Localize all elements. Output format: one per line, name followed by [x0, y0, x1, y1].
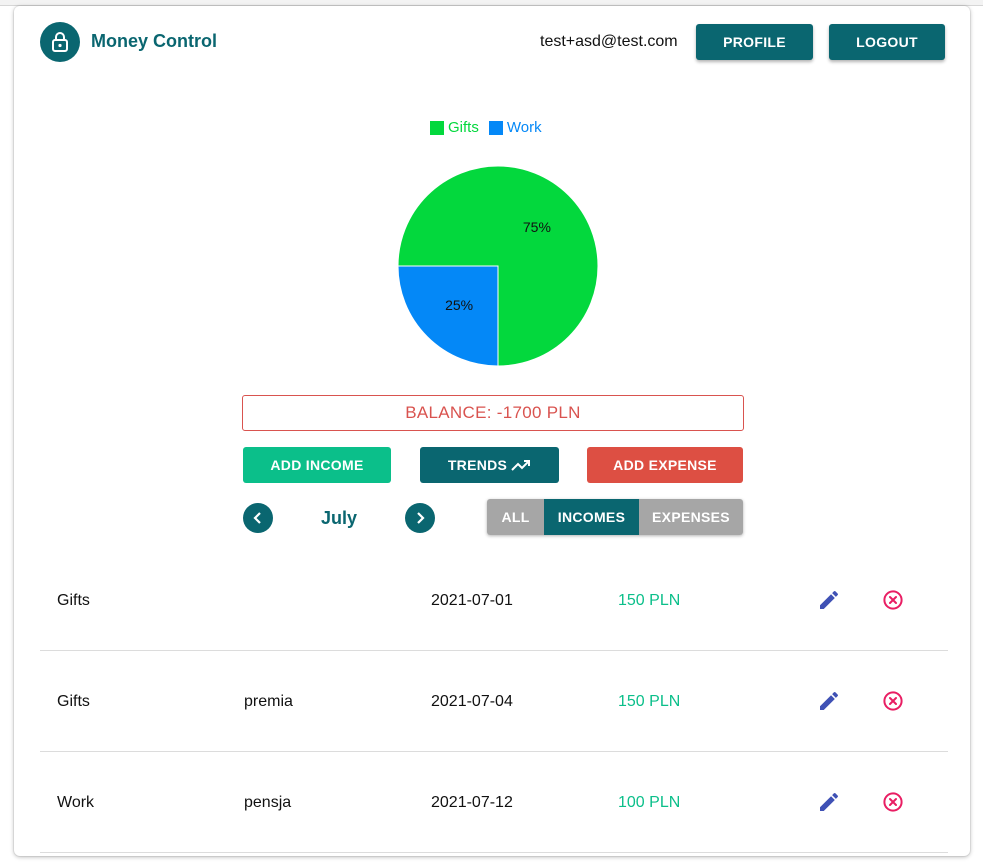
legend-label-gifts: Gifts — [448, 119, 479, 136]
filter-expenses-button[interactable]: EXPENSES — [639, 499, 743, 535]
user-email: test+asd@test.com — [540, 33, 678, 50]
logout-button[interactable]: LOGOUT — [829, 24, 945, 60]
transaction-amount: 100 PLN — [618, 794, 681, 811]
profile-button[interactable]: PROFILE — [696, 24, 813, 60]
trends-button[interactable]: TRENDS — [420, 447, 559, 483]
table-row: Gifts premia 2021-07-04 150 PLN — [40, 651, 948, 752]
transaction-category: Work — [57, 794, 95, 811]
transaction-date: 2021-07-01 — [431, 592, 513, 609]
transaction-category: Gifts — [57, 592, 90, 609]
chart-legend: Gifts Work — [430, 119, 552, 136]
app-logo — [40, 22, 80, 62]
filter-all-button[interactable]: ALL — [487, 499, 544, 535]
filter-incomes-button[interactable]: INCOMES — [544, 499, 639, 535]
edit-icon[interactable] — [817, 790, 841, 814]
lock-icon — [52, 32, 68, 52]
prev-month-button[interactable] — [243, 503, 273, 533]
delete-icon[interactable] — [881, 588, 905, 612]
table-row: Gifts 2021-07-01 150 PLN — [40, 550, 948, 651]
transaction-description: pensja — [244, 794, 292, 811]
legend-label-work: Work — [506, 119, 542, 136]
chevron-right-icon — [417, 512, 425, 524]
balance-display: BALANCE: -1700 PLN — [242, 395, 744, 431]
transaction-date: 2021-07-12 — [431, 794, 513, 811]
transaction-date: 2021-07-04 — [431, 693, 513, 710]
chevron-left-icon — [253, 512, 261, 524]
delete-icon[interactable] — [881, 689, 905, 713]
pie-label-work: 25% — [445, 297, 473, 313]
add-expense-button[interactable]: ADD EXPENSE — [587, 447, 743, 483]
pie-slice-work[interactable] — [397, 265, 499, 367]
pie-label-gifts: 75% — [523, 219, 551, 235]
table-row: Work pensja 2021-07-12 100 PLN — [40, 752, 948, 853]
legend-item-gifts[interactable]: Gifts — [430, 119, 479, 136]
transaction-amount: 150 PLN — [618, 592, 681, 609]
edit-icon[interactable] — [817, 689, 841, 713]
delete-icon[interactable] — [881, 790, 905, 814]
add-income-button[interactable]: ADD INCOME — [243, 447, 391, 483]
main-card: Money Control test+asd@test.com PROFILE … — [14, 6, 970, 856]
legend-swatch-gifts — [430, 120, 444, 135]
transaction-description: premia — [244, 693, 293, 710]
transaction-amount: 150 PLN — [618, 693, 681, 710]
pie-chart: 75% 25% — [397, 165, 599, 367]
transactions-table: Gifts 2021-07-01 150 PLN Gifts premia 20… — [40, 550, 948, 853]
trending-up-icon — [511, 460, 531, 471]
next-month-button[interactable] — [405, 503, 435, 533]
trends-label: TRENDS — [447, 457, 508, 473]
transaction-category: Gifts — [57, 693, 90, 710]
edit-icon[interactable] — [817, 588, 841, 612]
legend-swatch-work — [488, 120, 503, 135]
transaction-filter: ALL INCOMES EXPENSES — [487, 499, 743, 535]
current-month: July — [320, 508, 358, 528]
legend-item-work[interactable]: Work — [488, 119, 542, 136]
app-title: Money Control — [91, 31, 217, 51]
